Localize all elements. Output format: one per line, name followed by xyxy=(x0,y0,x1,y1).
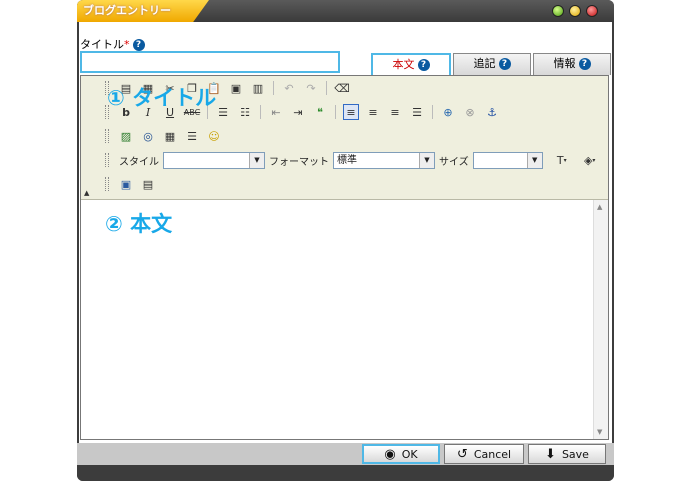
toolbar-separator xyxy=(273,81,274,95)
toolbar-separator xyxy=(335,105,336,119)
title-label: タイトル*? xyxy=(80,36,145,52)
anchor-icon[interactable]: ⚓ xyxy=(484,104,500,120)
window-footer xyxy=(77,465,614,481)
image-icon[interactable]: ▨ xyxy=(118,128,134,144)
tab-extended-label: 追記 xyxy=(473,57,496,70)
link-icon[interactable]: ⊕ xyxy=(440,104,456,120)
ok-icon: ◉ xyxy=(384,446,396,462)
horizontal-rule-icon[interactable]: ☰ xyxy=(184,128,200,144)
size-select[interactable]: ▼ xyxy=(472,151,543,169)
toolbar-row-5: ▣ ▤ xyxy=(105,174,159,194)
tab-extended[interactable]: 追記? xyxy=(453,53,531,75)
size-label: サイズ xyxy=(439,156,469,168)
title-label-text: タイトル xyxy=(80,38,124,51)
collapse-toolbar-icon[interactable]: ▲ xyxy=(84,189,89,197)
close-icon[interactable] xyxy=(586,5,598,17)
table-icon[interactable]: ▦ xyxy=(162,128,178,144)
ok-button[interactable]: ◉ OK xyxy=(362,444,440,464)
align-center-icon[interactable]: ≡ xyxy=(365,104,381,120)
editor-scrollbar[interactable]: ▲ ▼ xyxy=(593,200,608,439)
save-button[interactable]: ⬇ Save xyxy=(528,444,606,464)
tab-body[interactable]: 本文? xyxy=(371,53,451,75)
show-blocks-icon[interactable]: ▤ xyxy=(140,176,156,192)
scroll-up-icon[interactable]: ▲ xyxy=(597,203,602,211)
blog-entry-window: ブログエントリー タイトル*? 本文? 追記? 情報? ▤ ▦ ✂ ❐ 📋 ▣ … xyxy=(77,0,614,481)
tab-body-label: 本文 xyxy=(392,58,415,71)
annotation-body: ② 本文 xyxy=(105,212,173,236)
align-right-icon[interactable]: ≡ xyxy=(387,104,403,120)
chevron-down-icon[interactable]: ▼ xyxy=(526,152,542,168)
window-titlebar[interactable]: ブログエントリー xyxy=(77,0,614,22)
format-label: フォーマット xyxy=(269,156,329,168)
outdent-icon[interactable]: ⇤ xyxy=(268,104,284,120)
paste-word-icon[interactable]: ▥ xyxy=(250,80,266,96)
style-label: スタイル xyxy=(119,156,159,168)
ordered-list-icon[interactable]: ☰ xyxy=(215,104,231,120)
cancel-icon: ↺ xyxy=(456,446,468,462)
eraser-icon[interactable]: ⌫ xyxy=(334,80,350,96)
minimize-icon[interactable] xyxy=(552,5,564,17)
window-client: タイトル*? 本文? 追記? 情報? ▤ ▦ ✂ ❐ 📋 ▣ ▥ ↶ ↷ ⌫ b… xyxy=(79,22,612,443)
toolbar-row-3: ▨ ◎ ▦ ☰ ☺ xyxy=(105,126,225,146)
maximize-icon[interactable] xyxy=(569,5,581,17)
toolbar-grip[interactable] xyxy=(105,153,109,167)
chevron-down-icon[interactable]: ▼ xyxy=(249,152,264,168)
title-input[interactable] xyxy=(80,51,340,73)
toolbar-grip[interactable] xyxy=(105,129,109,143)
cancel-button-label: Cancel xyxy=(473,447,512,461)
cancel-button[interactable]: ↺ Cancel xyxy=(444,444,524,464)
help-icon[interactable]: ? xyxy=(417,59,430,71)
tab-info-label: 情報 xyxy=(553,57,576,70)
align-left-icon[interactable]: ≡ xyxy=(343,104,359,120)
style-select[interactable]: ▼ xyxy=(163,151,265,169)
required-mark: * xyxy=(124,38,130,51)
help-icon[interactable]: ? xyxy=(498,58,511,70)
paste-text-icon[interactable]: ▣ xyxy=(228,80,244,96)
save-icon: ⬇ xyxy=(545,446,556,462)
text-color-icon[interactable]: T ▾ xyxy=(551,152,573,168)
toolbar-separator xyxy=(260,105,261,119)
help-icon[interactable]: ? xyxy=(132,39,145,51)
toolbar-separator xyxy=(432,105,433,119)
bullet-list-icon[interactable]: ☷ xyxy=(237,104,253,120)
toolbar-row-4: スタイル ▼ フォーマット 標準 ▼ サイズ ▼ T ▾ ◈ ▾ xyxy=(105,150,604,170)
ok-button-label: OK xyxy=(401,447,418,461)
style-select-value xyxy=(164,153,249,168)
size-select-value xyxy=(474,153,527,168)
window-title: ブログエントリー xyxy=(77,0,209,22)
tab-info[interactable]: 情報? xyxy=(533,53,611,75)
toolbar-separator xyxy=(326,81,327,95)
chevron-down-icon[interactable]: ▼ xyxy=(419,152,434,168)
maximize-editor-icon[interactable]: ▣ xyxy=(118,176,134,192)
scroll-down-icon[interactable]: ▼ xyxy=(597,428,602,436)
format-select-value: 標準 xyxy=(337,154,357,166)
redo-icon[interactable]: ↷ xyxy=(303,80,319,96)
toolbar-grip[interactable] xyxy=(105,177,109,191)
blockquote-icon[interactable]: ❝ xyxy=(312,104,328,120)
rich-text-editor: ▤ ▦ ✂ ❐ 📋 ▣ ▥ ↶ ↷ ⌫ b I U ABC ☰ ☷ ⇤ ⇥ ❝ … xyxy=(80,75,609,440)
indent-icon[interactable]: ⇥ xyxy=(290,104,306,120)
flash-icon[interactable]: ◎ xyxy=(140,128,156,144)
help-icon[interactable]: ? xyxy=(578,58,591,70)
unlink-icon[interactable]: ⊗ xyxy=(462,104,478,120)
smiley-icon[interactable]: ☺ xyxy=(206,128,222,144)
align-justify-icon[interactable]: ☰ xyxy=(409,104,425,120)
undo-icon[interactable]: ↶ xyxy=(281,80,297,96)
annotation-title: ① タイトル xyxy=(107,86,217,110)
background-color-icon[interactable]: ◈ ▾ xyxy=(579,152,601,168)
format-select[interactable]: 標準 ▼ xyxy=(333,151,435,169)
save-button-label: Save xyxy=(561,447,589,461)
